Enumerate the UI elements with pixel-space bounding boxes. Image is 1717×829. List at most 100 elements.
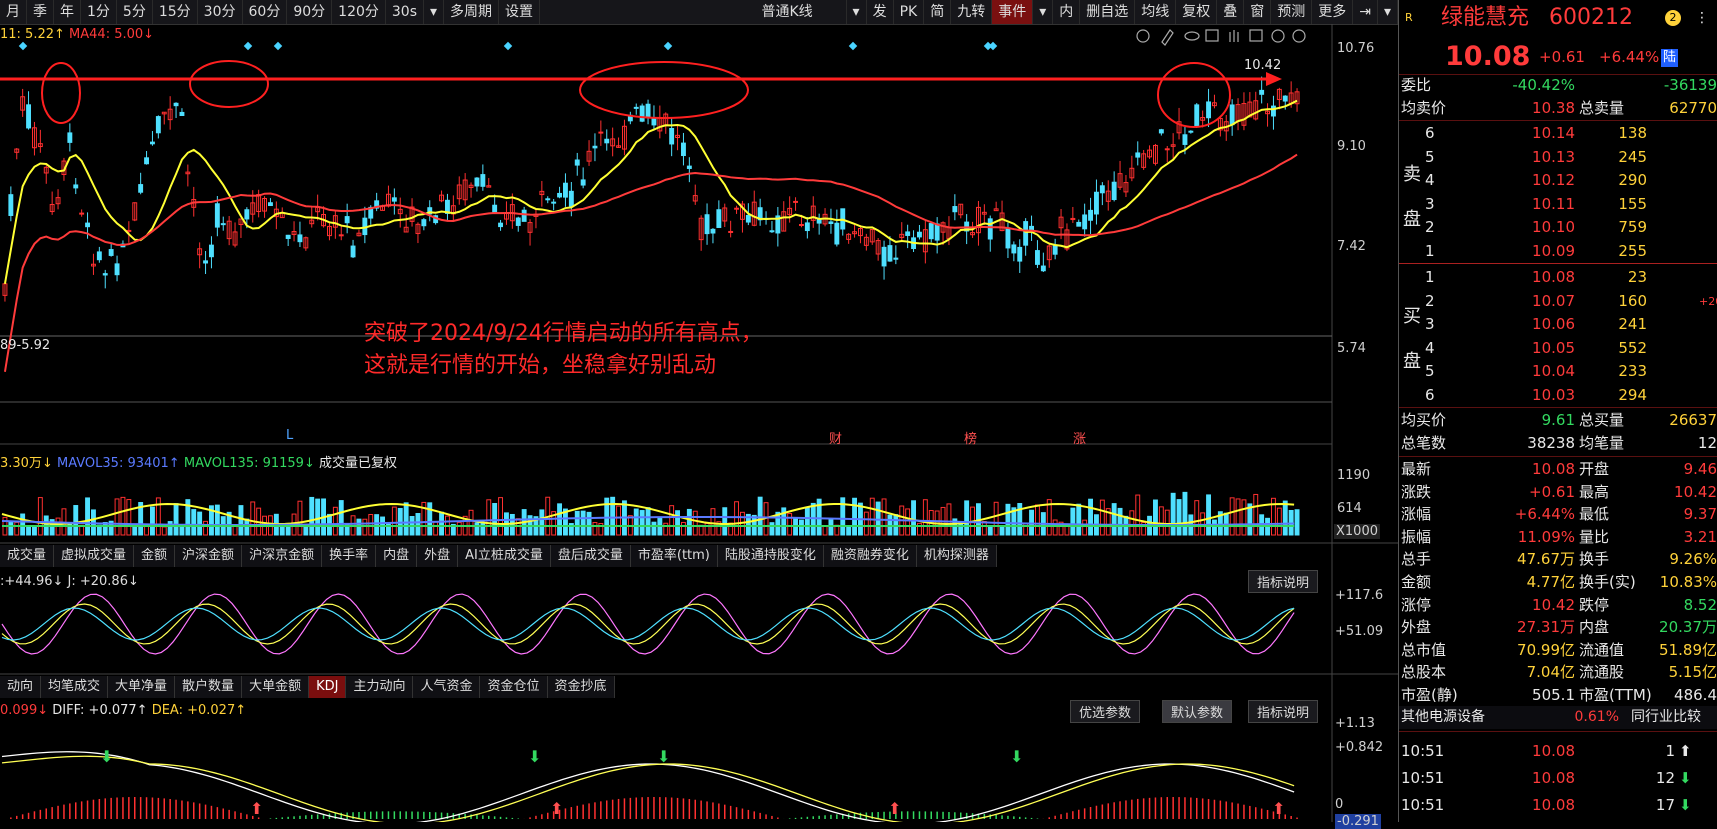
- candle-body: [604, 138, 610, 144]
- tick-price: 10.08: [1532, 742, 1575, 760]
- volume-bar: [681, 521, 686, 536]
- candle-body: [828, 221, 834, 224]
- indicator-tab[interactable]: 市盈率(ttm): [630, 545, 718, 567]
- indicator-tab[interactable]: 融资融券变化: [823, 545, 917, 567]
- indicator-tab[interactable]: AI立桩成交量: [458, 545, 551, 567]
- chart-type-select[interactable]: 普通K线: [729, 0, 847, 24]
- period-30s[interactable]: 30s: [386, 0, 424, 24]
- forecast-button[interactable]: 预测: [1271, 0, 1313, 24]
- period-90min[interactable]: 90分: [287, 0, 333, 24]
- volume-bar: [486, 499, 492, 536]
- volume-bar: [26, 526, 32, 536]
- exit-icon[interactable]: ⇥: [1353, 0, 1378, 24]
- optimal-params-button[interactable]: 优选参数: [1070, 700, 1141, 723]
- candle-body: [681, 142, 686, 157]
- candle-body: [102, 273, 108, 276]
- macd-explain-button[interactable]: 指标说明: [1248, 700, 1319, 723]
- settings-button[interactable]: 设置: [499, 0, 541, 24]
- chart-type-dropdown-icon[interactable]: ▾: [847, 0, 867, 24]
- volume-bar: [1099, 499, 1105, 536]
- orderbook-row[interactable]: 2 10.07 160 +20: [1399, 290, 1717, 313]
- industry-compare-button[interactable]: 同行业比较: [1631, 706, 1701, 729]
- orderbook-row[interactable]: 2 10.10 759: [1399, 216, 1717, 239]
- orderbook-row[interactable]: 1 10.09 255: [1399, 240, 1717, 263]
- orderbook-row[interactable]: 5 10.04 233: [1399, 360, 1717, 383]
- inner-button[interactable]: 内: [1053, 0, 1081, 24]
- orderbook-row[interactable]: 4 10.05 552: [1399, 337, 1717, 360]
- period-15min[interactable]: 15分: [153, 0, 198, 24]
- indicator-tab[interactable]: 盘后成交量: [550, 545, 631, 567]
- overlay-button[interactable]: 叠: [1217, 0, 1245, 24]
- orderbook-row[interactable]: 5 10.13 245: [1399, 146, 1717, 169]
- indicator-tab[interactable]: 换手率: [322, 545, 377, 567]
- indicator-tab[interactable]: KDJ: [309, 676, 347, 698]
- indicator-tab[interactable]: 机构探测器: [916, 545, 997, 567]
- volume-bar: [1294, 509, 1300, 536]
- candle-body: [1023, 221, 1029, 246]
- orderbook-row[interactable]: 1 10.08 23: [1399, 266, 1717, 289]
- weibi-label: 委比: [1401, 76, 1432, 94]
- publish-button[interactable]: 发: [867, 0, 894, 24]
- indicator-tab[interactable]: 均笔成交: [41, 676, 109, 698]
- chart-tool-icons: [1136, 29, 1306, 46]
- marker-billboard[interactable]: 榜: [964, 428, 977, 447]
- indicator-tab[interactable]: 金额: [134, 545, 176, 567]
- indicator-tab[interactable]: 内盘: [376, 545, 418, 567]
- period-dropdown-icon[interactable]: ▾: [424, 0, 445, 24]
- kdj-explain-button[interactable]: 指标说明: [1248, 570, 1319, 593]
- candle-body: [686, 165, 692, 169]
- candle-body: [1194, 104, 1200, 127]
- period-year[interactable]: 年: [54, 0, 81, 24]
- period-30min[interactable]: 30分: [198, 0, 243, 24]
- indicator-tab[interactable]: 资金抄底: [547, 676, 615, 698]
- indicator-tab[interactable]: 动向: [0, 676, 42, 698]
- orderbook-row[interactable]: 6 10.14 138: [1399, 122, 1717, 145]
- orderbook-row[interactable]: 6 10.03 294: [1399, 384, 1717, 407]
- sector-name[interactable]: 其他电源设备: [1401, 706, 1485, 729]
- period-month[interactable]: 月: [0, 0, 27, 24]
- period-120min[interactable]: 120分: [332, 0, 386, 24]
- indicator-tab[interactable]: 成交量: [0, 545, 55, 567]
- window-button[interactable]: 窗: [1244, 0, 1272, 24]
- more-button[interactable]: 更多: [1312, 0, 1354, 24]
- period-quarter[interactable]: 季: [27, 0, 54, 24]
- simple-button[interactable]: 简: [924, 0, 952, 24]
- indicator-tab[interactable]: 大单金额: [242, 676, 310, 698]
- marker-finance[interactable]: 财: [829, 428, 842, 447]
- pk-button[interactable]: PK: [894, 0, 925, 24]
- toolbar-dropdown-icon[interactable]: ▾: [1378, 0, 1398, 24]
- tick-row: 10:51 10.08 1 ⬆: [1399, 740, 1717, 763]
- menu-dots-icon[interactable]: ⋮: [1695, 4, 1709, 32]
- period-60min[interactable]: 60分: [243, 0, 288, 24]
- restore-rights-button[interactable]: 复权: [1176, 0, 1218, 24]
- indicator-tab[interactable]: 主力动向: [346, 676, 414, 698]
- period-5min[interactable]: 5分: [117, 0, 153, 24]
- moving-average-button[interactable]: 均线: [1135, 0, 1177, 24]
- orderbook-row[interactable]: 3 10.11 155: [1399, 193, 1717, 216]
- tick-price: 10.08: [1532, 796, 1575, 814]
- indicator-tab[interactable]: 人气资金: [413, 676, 481, 698]
- indicator-tab[interactable]: 沪深金额: [175, 545, 243, 567]
- orderbook-row[interactable]: 3 10.06 241: [1399, 313, 1717, 336]
- nine-turn-button[interactable]: 九转: [951, 0, 993, 24]
- indicator-tab[interactable]: 沪深京金额: [242, 545, 323, 567]
- indicator-tab[interactable]: 虚拟成交量: [54, 545, 135, 567]
- volume-bar: [1164, 509, 1170, 536]
- indicator-tab[interactable]: 资金仓位: [480, 676, 548, 698]
- remove-watchlist-button[interactable]: 删自选: [1080, 0, 1136, 24]
- orderbook-row[interactable]: 4 10.12 290: [1399, 169, 1717, 192]
- multi-period-button[interactable]: 多周期: [444, 0, 500, 24]
- indicator-tab[interactable]: 散户数量: [175, 676, 243, 698]
- period-1min[interactable]: 1分: [81, 0, 117, 24]
- level-badge[interactable]: 2: [1665, 10, 1681, 26]
- indicator-tab[interactable]: 陆股通持股变化: [717, 545, 824, 567]
- marker-l[interactable]: L: [286, 428, 293, 443]
- candle-body: [268, 202, 273, 207]
- marker-rise[interactable]: 涨: [1073, 428, 1086, 447]
- indicator-tab[interactable]: 外盘: [417, 545, 459, 567]
- events-dropdown-icon[interactable]: ▾: [1033, 0, 1054, 24]
- indicator-tab[interactable]: 大单净量: [108, 676, 176, 698]
- signal-diamond: [663, 41, 673, 51]
- default-params-button[interactable]: 默认参数: [1162, 700, 1233, 723]
- events-button[interactable]: 事件: [992, 0, 1034, 24]
